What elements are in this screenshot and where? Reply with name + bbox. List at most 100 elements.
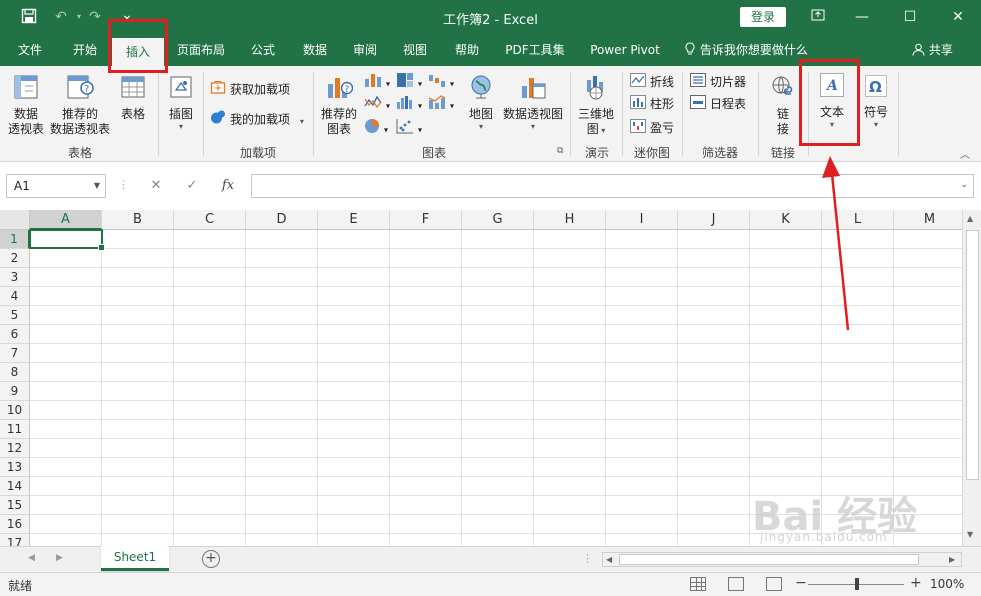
pivottable-button[interactable]: 数据 透视表 <box>6 74 46 137</box>
tab-review[interactable]: 审阅 <box>342 34 388 66</box>
row-header[interactable]: 16 <box>0 515 30 534</box>
row-header[interactable]: 8 <box>0 363 30 382</box>
combo-chart-button[interactable]: ▾ <box>428 94 454 114</box>
table-button[interactable]: 表格 <box>116 74 150 122</box>
scatter-chart-button[interactable]: ▾ <box>396 118 422 138</box>
scroll-right-icon[interactable]: ▶ <box>949 553 955 566</box>
text-button[interactable]: A 文本 ▾ <box>812 70 852 132</box>
minimize-icon[interactable]: — <box>850 6 874 28</box>
row-header[interactable]: 7 <box>0 344 30 363</box>
sheet-tab-sheet1[interactable]: Sheet1 <box>101 546 169 571</box>
sparkline-column-button[interactable]: 柱形 <box>630 94 674 114</box>
column-header[interactable]: I <box>606 210 678 230</box>
row-header[interactable]: 12 <box>0 439 30 458</box>
horizontal-scrollbar[interactable]: ◀ ▶ <box>602 552 962 567</box>
slicer-button[interactable]: 切片器 <box>690 72 746 92</box>
row-header[interactable]: 11 <box>0 420 30 439</box>
line-chart-button[interactable]: ▾ <box>364 94 390 114</box>
maps-button[interactable]: 地图 ▾ <box>464 74 498 132</box>
enter-check-icon[interactable]: ✓ <box>180 174 204 198</box>
pie-chart-button[interactable]: ▾ <box>364 118 388 138</box>
statistic-chart-button[interactable]: ▾ <box>396 94 422 114</box>
normal-view-icon[interactable] <box>690 577 706 591</box>
column-header[interactable]: F <box>390 210 462 230</box>
select-all-corner[interactable] <box>0 210 30 230</box>
scroll-left-icon[interactable]: ◀ <box>606 553 612 566</box>
vertical-scrollbar[interactable]: ▲ ▼ <box>962 210 981 546</box>
row-header[interactable]: 4 <box>0 287 30 306</box>
row-header[interactable]: 14 <box>0 477 30 496</box>
add-sheet-button[interactable]: + <box>202 550 220 568</box>
scroll-down-icon[interactable]: ▼ <box>967 530 973 539</box>
waterfall-chart-button[interactable]: ▾ <box>428 72 454 92</box>
column-header[interactable]: J <box>678 210 750 230</box>
column-chart-button[interactable]: ▾ <box>364 72 390 92</box>
timeline-button[interactable]: 日程表 <box>690 94 746 114</box>
row-header[interactable]: 3 <box>0 268 30 287</box>
scroll-up-icon[interactable]: ▲ <box>967 214 973 223</box>
3d-map-button[interactable]: 三维地 图 ▾ <box>576 74 616 138</box>
sparkline-line-button[interactable]: 折线 <box>630 72 674 92</box>
row-header[interactable]: 10 <box>0 401 30 420</box>
pivotchart-button[interactable]: 数据透视图 ▾ <box>500 74 566 132</box>
vertical-scroll-thumb[interactable] <box>966 230 979 480</box>
recommended-pivottables-button[interactable]: ? 推荐的 数据透视表 <box>48 74 112 137</box>
column-header[interactable]: M <box>894 210 962 230</box>
tab-page-layout[interactable]: 页面布局 <box>170 34 232 66</box>
sheet-next-icon[interactable]: ▶ <box>56 553 63 563</box>
chevron-down-icon[interactable]: ▼ <box>94 175 100 197</box>
tab-data[interactable]: 数据 <box>292 34 338 66</box>
tell-me-search[interactable]: 告诉我你想要做什么 <box>684 34 808 66</box>
column-header[interactable]: H <box>534 210 606 230</box>
dialog-launcher-icon[interactable]: ⧉ <box>557 146 563 156</box>
column-header[interactable]: D <box>246 210 318 230</box>
row-header[interactable]: 2 <box>0 249 30 268</box>
page-break-view-icon[interactable] <box>766 577 782 591</box>
sheet-prev-icon[interactable]: ◀ <box>28 553 35 563</box>
zoom-in-icon[interactable]: + <box>910 575 922 591</box>
login-button[interactable]: 登录 <box>740 7 786 27</box>
name-box[interactable]: A1 ▼ <box>6 174 106 198</box>
formula-input[interactable]: ⌄ <box>251 174 974 198</box>
horizontal-scroll-thumb[interactable] <box>619 554 919 565</box>
share-button[interactable]: 共享 <box>912 34 953 66</box>
sparkline-winloss-button[interactable]: 盈亏 <box>630 118 674 138</box>
column-header[interactable]: C <box>174 210 246 230</box>
zoom-slider-thumb[interactable] <box>855 578 859 590</box>
tab-help[interactable]: 帮助 <box>444 34 490 66</box>
collapse-ribbon-icon[interactable]: ︿ <box>960 146 970 161</box>
tab-formulas[interactable]: 公式 <box>240 34 286 66</box>
page-layout-view-icon[interactable] <box>728 577 744 591</box>
row-header[interactable]: 13 <box>0 458 30 477</box>
tab-power-pivot[interactable]: Power Pivot <box>582 34 668 66</box>
insert-function-button[interactable]: fx <box>216 174 240 198</box>
tab-pdf-tools[interactable]: PDF工具集 <box>498 34 572 66</box>
hierarchy-chart-button[interactable]: ▾ <box>396 72 422 92</box>
illustrations-button[interactable]: 插图 ▾ <box>162 74 200 132</box>
zoom-out-icon[interactable]: − <box>795 575 807 591</box>
column-header[interactable]: G <box>462 210 534 230</box>
cancel-icon[interactable]: ✕ <box>144 174 168 198</box>
my-addins-button[interactable]: 我的加载项 ▾ <box>210 109 304 129</box>
split-handle-icon[interactable]: ⋮ <box>582 552 593 565</box>
close-icon[interactable]: ✕ <box>946 6 970 28</box>
row-header[interactable]: 17 <box>0 534 30 546</box>
tab-home[interactable]: 开始 <box>62 34 108 66</box>
column-header[interactable]: B <box>102 210 174 230</box>
symbols-button[interactable]: Ω 符号 ▾ <box>858 74 894 130</box>
column-header[interactable]: A <box>30 210 102 230</box>
expand-formula-icon[interactable]: ⌄ <box>960 180 968 190</box>
row-header[interactable]: 15 <box>0 496 30 515</box>
active-cell[interactable] <box>29 229 105 251</box>
get-addins-button[interactable]: 获取加载项 <box>210 79 290 99</box>
tab-file[interactable]: 文件 <box>8 34 52 66</box>
row-header[interactable]: 5 <box>0 306 30 325</box>
recommended-charts-button[interactable]: ? 推荐的 图表 <box>318 74 360 137</box>
tab-view[interactable]: 视图 <box>392 34 438 66</box>
zoom-level[interactable]: 100% <box>930 577 964 591</box>
row-header[interactable]: 9 <box>0 382 30 401</box>
row-header[interactable]: 6 <box>0 325 30 344</box>
ribbon-display-icon[interactable] <box>806 6 830 28</box>
row-header[interactable]: 1 <box>0 230 30 249</box>
link-button[interactable]: 链 接 <box>764 74 802 137</box>
